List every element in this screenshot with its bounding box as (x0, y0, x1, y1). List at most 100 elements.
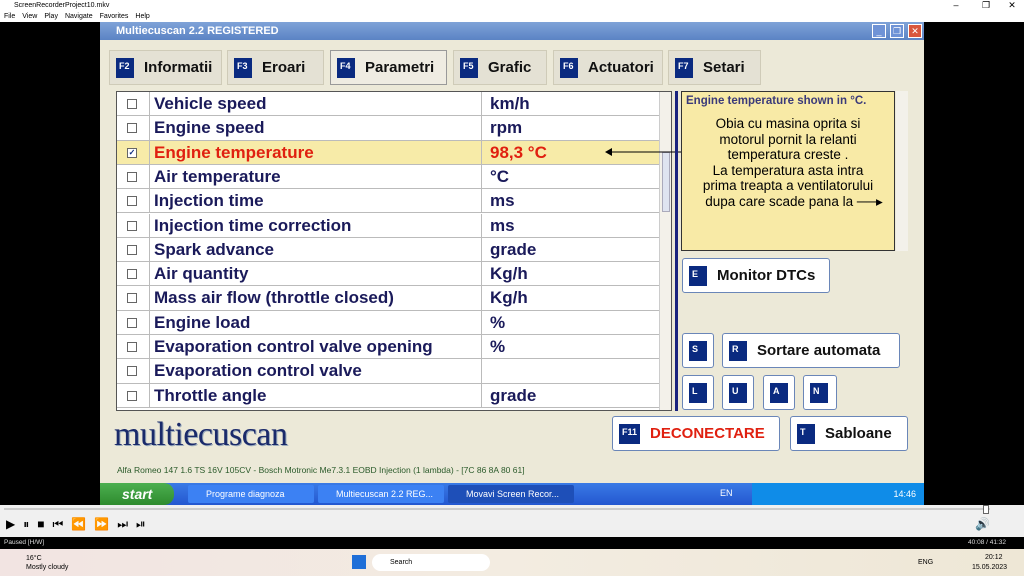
tab-actuatori[interactable]: F6 Actuatori (553, 50, 663, 85)
table-row[interactable]: Vehicle speed km/h (117, 92, 659, 117)
task-movavi[interactable]: Movavi Screen Recor... (448, 485, 574, 503)
play-icon[interactable]: ▶ (6, 517, 23, 531)
search-box[interactable]: Search (372, 554, 490, 571)
skip-forward-icon[interactable]: ⏭ (117, 517, 136, 531)
row-checkbox[interactable]: ✓ (127, 147, 137, 158)
app-close-button[interactable]: ✕ (908, 24, 922, 38)
button-label: Monitor DTCs (717, 267, 816, 284)
menu-navigate[interactable]: Navigate (65, 13, 93, 20)
row-checkbox[interactable] (127, 293, 137, 304)
row-checkbox[interactable] (127, 220, 137, 231)
table-row[interactable]: Engine load% (117, 310, 659, 335)
row-checkbox[interactable] (127, 244, 137, 255)
scrollbar-thumb[interactable] (662, 152, 670, 212)
table-row[interactable]: Evaporation control valve (117, 359, 659, 384)
start-button[interactable]: start (100, 483, 174, 505)
menu-play[interactable]: Play (44, 13, 58, 20)
tab-label: Setari (703, 59, 745, 76)
u-button[interactable]: U (722, 375, 754, 410)
table-row[interactable]: Throttle angle grade (117, 383, 659, 408)
tab-grafic[interactable]: F5 Grafic (453, 50, 547, 85)
tab-setari[interactable]: F7 Setari (668, 50, 761, 85)
table-row[interactable]: Injection time correction ms (117, 213, 659, 238)
menu-help[interactable]: Help (135, 13, 149, 20)
row-checkbox[interactable] (127, 123, 137, 134)
menu-view[interactable]: View (22, 13, 37, 20)
monitor-dtcs-button[interactable]: E Monitor DTCs (682, 258, 830, 293)
stop-icon[interactable]: ■ (37, 517, 52, 531)
tab-parametri[interactable]: F4 Parametri (330, 50, 447, 85)
param-name: Injection time correction (149, 213, 481, 237)
row-checkbox[interactable] (127, 342, 137, 352)
table-row[interactable]: Injection time ms (117, 189, 659, 214)
menu-file[interactable]: File (4, 13, 15, 20)
forward-icon[interactable]: ⏩ (94, 517, 117, 531)
row-checkbox[interactable] (127, 99, 137, 109)
table-row[interactable]: Evaporation control valve opening% (117, 335, 659, 360)
menu-favorites[interactable]: Favorites (100, 13, 129, 20)
seek-thumb[interactable] (983, 505, 989, 514)
row-checkbox[interactable] (127, 196, 137, 207)
tab-eroari[interactable]: F3 Eroari (227, 50, 324, 85)
table-row[interactable]: Spark advance grade (117, 237, 659, 263)
clock-date[interactable]: 15.05.2023 (972, 564, 1007, 571)
sortare-automata-button[interactable]: R Sortare automata (722, 333, 900, 368)
volume-icon[interactable]: 🔊 (975, 517, 990, 531)
tab-label: Grafic (488, 59, 532, 76)
row-checkbox[interactable] (127, 366, 137, 377)
frame-step-icon[interactable]: ⏯ (136, 517, 154, 531)
app-minimize-button[interactable]: _ (872, 24, 886, 38)
s-button[interactable]: S (682, 333, 714, 368)
tab-informatii[interactable]: F2 Informatii (109, 50, 222, 85)
l-button[interactable]: L (682, 375, 714, 410)
task-multiecuscan[interactable]: Multiecuscan 2.2 REG... (318, 485, 444, 503)
key-badge: F6 (560, 57, 578, 78)
xp-clock: 14:46 (893, 489, 916, 499)
skip-back-icon[interactable]: ⏮ (53, 517, 72, 531)
parameters-table: Vehicle speed km/h Engine speed rpm ✓ Engine … (116, 91, 672, 411)
seek-bar[interactable] (4, 508, 990, 510)
table-row[interactable]: Engine speed rpm (117, 116, 659, 141)
a-button[interactable]: A (763, 375, 795, 410)
windows-start-icon[interactable] (352, 555, 366, 569)
sabloane-button[interactable]: T Sabloane (790, 416, 908, 451)
key-badge: F7 (675, 57, 693, 78)
app-maximize-button[interactable]: ❐ (890, 24, 904, 38)
minimize-icon[interactable]: – (946, 0, 966, 10)
row-checkbox[interactable] (127, 390, 137, 401)
n-button[interactable]: N (803, 375, 837, 410)
language-indicator[interactable]: ENG (918, 559, 933, 566)
key-badge: F11 (619, 423, 641, 444)
table-row[interactable]: Air temperature °C (117, 164, 659, 190)
description-scrollbar[interactable] (896, 91, 908, 251)
table-row[interactable]: Air quantity Kg/h (117, 262, 659, 287)
table-row[interactable]: ✓ Engine temperature 98,3 °C (117, 140, 659, 165)
row-checkbox[interactable] (127, 317, 137, 328)
table-scrollbar[interactable] (659, 92, 671, 410)
key-badge: F4 (337, 57, 355, 78)
rewind-icon[interactable]: ⏪ (71, 517, 94, 531)
xp-taskbar: start Programe diagnoza Multiecuscan 2.2… (100, 483, 924, 505)
divider (675, 91, 678, 411)
param-unit: ms (481, 213, 659, 237)
weather-desc[interactable]: Mostly cloudy (26, 564, 68, 571)
clock-time[interactable]: 20:12 (985, 554, 1003, 561)
param-name: Air quantity (149, 262, 481, 286)
maximize-icon[interactable]: ❐ (976, 0, 996, 11)
close-icon[interactable]: ✕ (1002, 0, 1022, 11)
windows-taskbar: 16°C Mostly cloudy Search ENG 20:12 15.0… (0, 549, 1024, 576)
row-checkbox[interactable] (127, 269, 137, 280)
key-badge: L (689, 382, 707, 403)
xp-language[interactable]: EN (720, 488, 733, 498)
param-unit: Kg/h (481, 286, 659, 310)
table-row[interactable]: Mass air flow (throttle closed) Kg/h (117, 286, 659, 311)
param-name: Air temperature (149, 164, 481, 189)
player-menu: File View Play Navigate Favorites Help (0, 12, 1024, 22)
weather-temp[interactable]: 16°C (26, 555, 42, 562)
key-badge: E (689, 265, 707, 286)
player-controls: ▶⏸■⏮⏪⏩⏭⏯ 🔊 (0, 505, 1024, 537)
pause-icon[interactable]: ⏸ (23, 517, 37, 531)
row-checkbox[interactable] (127, 171, 137, 182)
deconectare-button[interactable]: F11 DECONECTARE (612, 416, 780, 451)
task-programe[interactable]: Programe diagnoza (188, 485, 314, 503)
